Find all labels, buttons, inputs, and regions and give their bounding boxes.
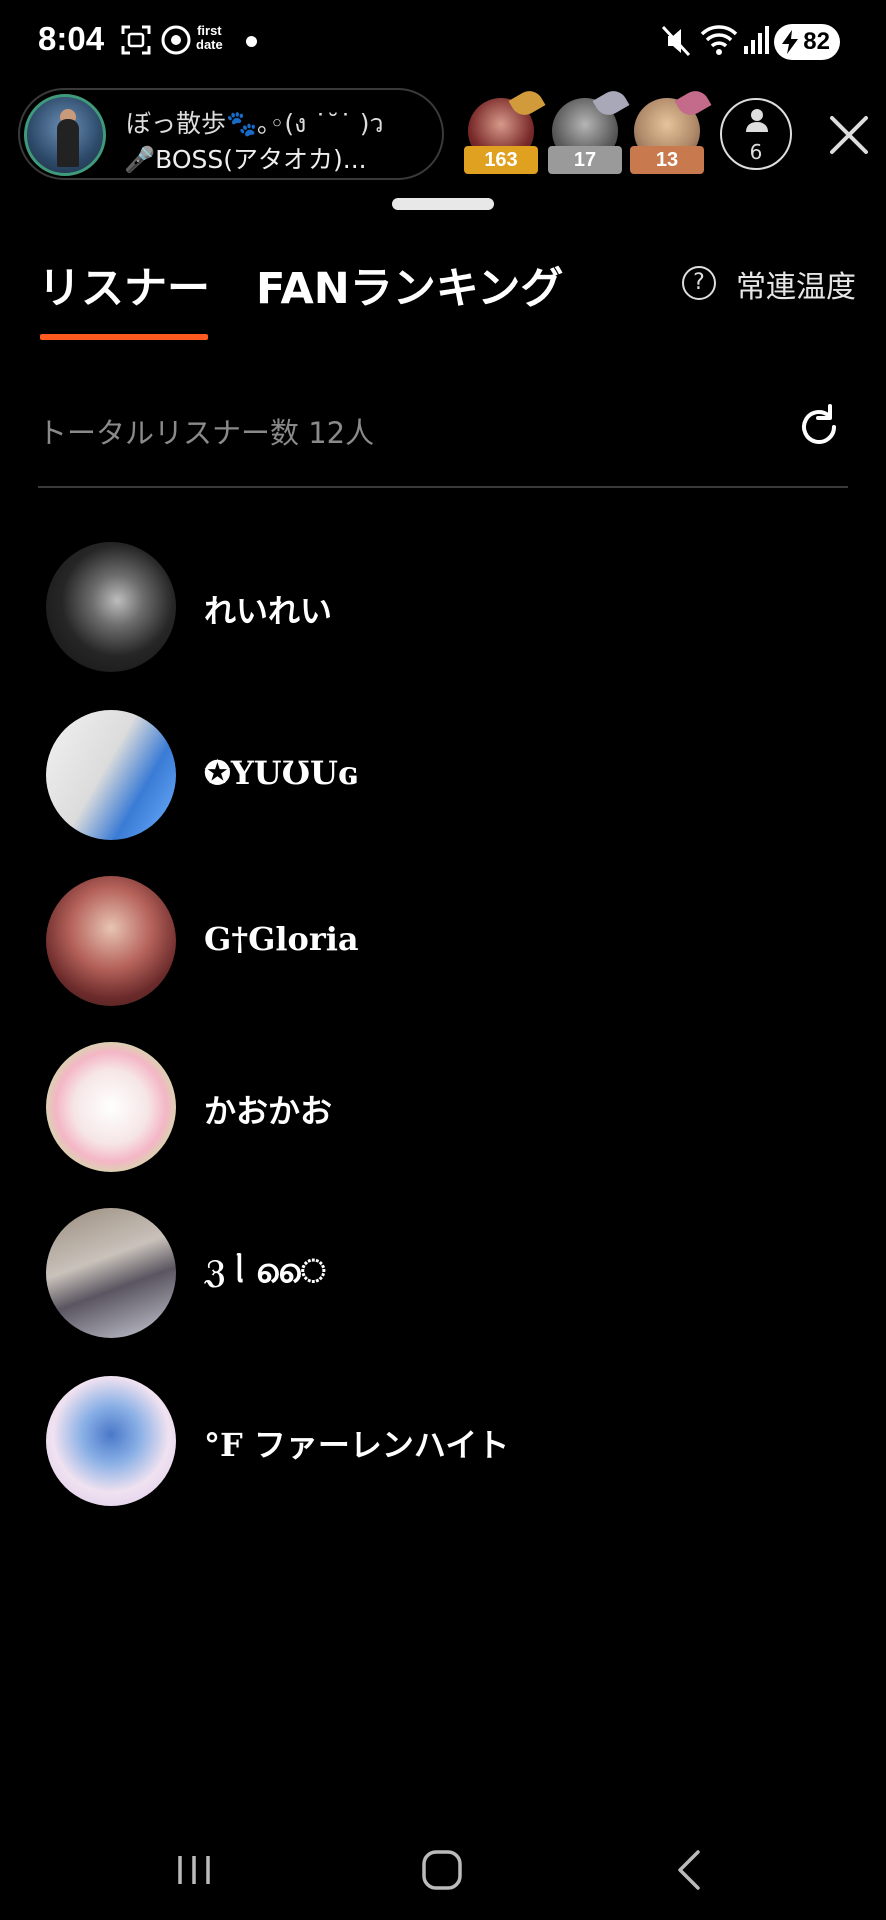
listener-name: G†Gloria	[204, 920, 359, 958]
back-icon[interactable]	[660, 1840, 720, 1900]
help-icon[interactable]: ?	[682, 266, 716, 300]
charging-bolt-icon	[782, 30, 798, 54]
viewer-count: 6	[749, 140, 763, 164]
person-icon	[746, 109, 768, 132]
room-info-pill[interactable]: ぼっ散歩🐾｡◦(ง ˙˘˙ )ว 🎤BOSS(アタオカ)...	[18, 88, 444, 180]
listener-item[interactable]: かおかお	[40, 1042, 850, 1182]
battery-level: 82	[803, 28, 830, 55]
battery-indicator: 82	[774, 24, 840, 60]
top-fan-badge-1[interactable]: 163	[464, 85, 546, 174]
first-date-icon: first date	[196, 23, 223, 52]
close-icon[interactable]	[824, 110, 874, 160]
signal-icon	[744, 26, 769, 54]
notification-dot	[246, 36, 257, 47]
listener-name: かおかお	[204, 1092, 333, 1130]
host-avatar[interactable]	[24, 94, 106, 176]
listener-avatar	[46, 1208, 176, 1338]
mute-icon	[661, 25, 691, 57]
listener-avatar	[46, 1042, 176, 1172]
fan-count: 13	[630, 146, 704, 174]
recent-apps-icon[interactable]	[164, 1840, 224, 1900]
listener-avatar	[46, 710, 176, 840]
tab-fan-ranking[interactable]: FANランキング	[256, 254, 563, 316]
wifi-icon	[700, 25, 738, 55]
sheet-drag-handle[interactable]	[392, 198, 494, 210]
listener-avatar	[46, 542, 176, 672]
fan-count: 163	[464, 146, 538, 174]
listener-item[interactable]: れいれい	[40, 542, 850, 682]
screenshot-icon	[121, 25, 151, 55]
refresh-icon[interactable]	[794, 402, 844, 452]
top-fan-badge-3[interactable]: 13	[630, 85, 712, 174]
tab-listener[interactable]: リスナー	[38, 254, 210, 316]
home-icon[interactable]	[412, 1840, 472, 1900]
listener-name: れいれい	[204, 592, 333, 630]
listener-item[interactable]: G†Gloria	[40, 876, 850, 1016]
top-fan-badge-2[interactable]: 17	[548, 85, 630, 174]
active-tab-indicator	[40, 334, 208, 340]
listener-name: °F ファーレンハイト	[204, 1426, 510, 1464]
listener-avatar	[46, 876, 176, 1006]
listener-item[interactable]: ℨ ᥣ ൈ	[40, 1208, 850, 1348]
regular-temperature-link[interactable]: 常連温度	[736, 262, 856, 306]
divider	[38, 486, 848, 488]
fan-count: 17	[548, 146, 622, 174]
status-time: 8:04	[38, 20, 105, 57]
viewer-count-button[interactable]: 6	[720, 98, 792, 170]
listener-item[interactable]: ✪YUƱUɢ	[40, 710, 850, 850]
listener-item[interactable]: °F ファーレンハイト	[40, 1376, 850, 1516]
listener-name: ✪YUƱUɢ	[204, 754, 359, 792]
room-title: ぼっ散歩🐾｡◦(ง ˙˘˙ )ว	[126, 109, 384, 138]
listener-name: ℨ ᥣ ൈ	[204, 1252, 327, 1290]
chrome-icon	[161, 25, 191, 55]
total-listeners-label: トータルリスナー数 12人	[38, 416, 375, 450]
status-bar: 8:04 first date 82	[0, 0, 886, 84]
listener-avatar	[46, 1376, 176, 1506]
room-host-name: 🎤BOSS(アタオカ)...	[124, 145, 367, 174]
